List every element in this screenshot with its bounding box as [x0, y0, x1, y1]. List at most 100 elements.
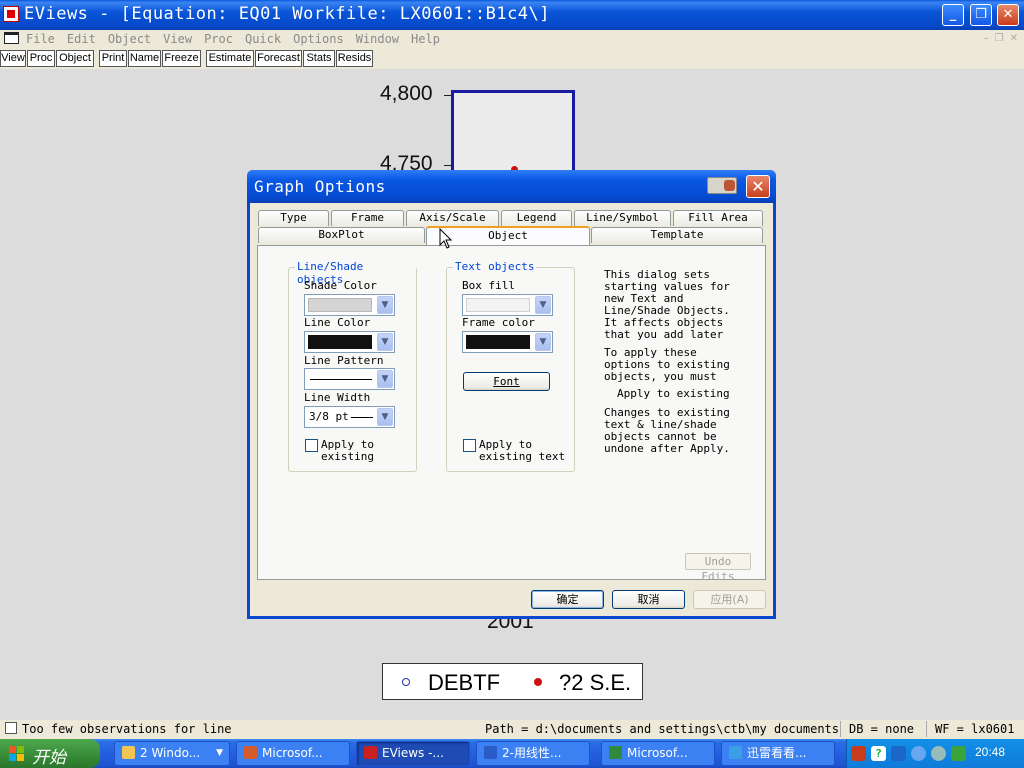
menu-quick[interactable]: Quick	[245, 32, 281, 46]
powerpoint-icon	[244, 746, 257, 759]
taskbar-item-label: 2 Windo...	[140, 746, 201, 760]
tab-line-symbol[interactable]: Line/Symbol	[574, 210, 671, 226]
tab-type[interactable]: Type	[258, 210, 329, 226]
line-color-select[interactable]: ▼	[304, 331, 395, 353]
status-checkbox[interactable]	[5, 722, 17, 734]
taskbar-item-windows-explorer[interactable]: 2 Windo... ▼	[114, 741, 230, 766]
status-db: DB = none	[849, 722, 915, 736]
network-icon[interactable]	[891, 746, 906, 761]
toolbar-print-button[interactable]: Print	[99, 50, 127, 67]
status-workfile: WF = lx0601	[935, 722, 1015, 736]
y-axis-tick-label: 4,800	[380, 82, 433, 105]
chevron-down-icon[interactable]: ▼	[377, 408, 393, 426]
window-title-bar[interactable]: EViews - [Equation: EQ01 Workfile: LX060…	[0, 0, 1024, 30]
line-color-label: Line Color	[304, 316, 371, 329]
undo-edits-button[interactable]: Undo Edits	[685, 553, 751, 583]
plot-area[interactable]	[451, 90, 575, 180]
apply-to-existing-text-checkbox[interactable]	[463, 439, 476, 452]
mdi-minimize-icon[interactable]: –	[984, 33, 989, 44]
clock: 20:48	[975, 745, 1006, 759]
mouse-cursor-icon	[439, 228, 453, 249]
menu-options[interactable]: Options	[293, 32, 344, 46]
tray-app-icon[interactable]	[851, 746, 866, 761]
eviews-app-icon[interactable]	[3, 6, 19, 22]
y-axis-tick	[444, 95, 451, 96]
dialog-title-bar[interactable]: Graph Options ✕	[247, 170, 776, 203]
tab-frame[interactable]: Frame	[331, 210, 404, 226]
taskbar-item-word[interactable]: 2-用线性...	[476, 741, 590, 766]
taskbar-item-label: Microsof...	[262, 746, 323, 760]
chevron-down-icon[interactable]: ▼	[535, 333, 551, 351]
toolbar-stats-button[interactable]: Stats	[303, 50, 335, 67]
windows-taskbar: 开始 2 Windo... ▼ Microsof... EViews -... …	[0, 739, 1024, 768]
line-shade-objects-group: Line/Shade objects Shade Color ▼ Line Co…	[288, 260, 417, 472]
toolbar-freeze-button[interactable]: Freeze	[162, 50, 201, 67]
tab-axis-scale[interactable]: Axis/Scale	[406, 210, 499, 226]
menu-help[interactable]: Help	[411, 32, 440, 46]
security-shield-icon[interactable]	[951, 746, 966, 761]
info-text-apply-to-existing: Apply to existing	[617, 387, 730, 400]
toolbar-estimate-button[interactable]: Estimate	[206, 50, 254, 67]
chevron-down-icon[interactable]: ▼	[377, 296, 393, 314]
taskbar-item-powerpoint[interactable]: Microsof...	[236, 741, 350, 766]
volume-icon[interactable]	[931, 746, 946, 761]
menu-view[interactable]: View	[163, 32, 192, 46]
toolbar-view-button[interactable]: View	[0, 50, 26, 67]
chevron-down-icon[interactable]: ▼	[377, 333, 393, 351]
toolbar-proc-button[interactable]: Proc	[27, 50, 55, 67]
mdi-close-icon[interactable]: ✕	[1010, 33, 1018, 44]
ok-button[interactable]: 确定	[531, 590, 604, 609]
box-fill-label: Box fill	[462, 279, 515, 292]
taskbar-item-label: EViews -...	[382, 746, 444, 760]
toolbar-name-button[interactable]: Name	[128, 50, 161, 67]
status-message: Too few observations for line	[22, 722, 232, 736]
taskbar-item-label: Microsof...	[627, 746, 688, 760]
toolbar-resids-button[interactable]: Resids	[336, 50, 373, 67]
menu-edit[interactable]: Edit	[67, 32, 96, 46]
input-method-icon[interactable]	[707, 177, 737, 194]
tab-fill-area[interactable]: Fill Area	[673, 210, 763, 226]
excel-icon	[609, 746, 622, 759]
legend-marker-hollow-circle-icon	[402, 678, 410, 686]
start-button[interactable]: 开始	[0, 739, 100, 768]
document-icon[interactable]	[4, 32, 19, 44]
tab-template[interactable]: Template	[591, 227, 763, 243]
font-button[interactable]: Font	[463, 372, 550, 391]
menu-object[interactable]: Object	[108, 32, 151, 46]
graph-legend[interactable]: DEBTF ?2 S.E.	[382, 663, 643, 700]
apply-button[interactable]: 应用(A)	[693, 590, 766, 609]
text-objects-group: Text objects Box fill ▼ Frame color ▼ Fo…	[446, 260, 575, 472]
help-icon[interactable]: ?	[871, 746, 886, 761]
taskbar-item-excel[interactable]: Microsof...	[601, 741, 715, 766]
frame-color-label: Frame color	[462, 316, 535, 329]
cancel-button[interactable]: 取消	[612, 590, 685, 609]
mdi-restore-icon[interactable]: ❐	[995, 33, 1004, 44]
box-fill-select[interactable]: ▼	[462, 294, 553, 316]
menu-file[interactable]: File	[26, 32, 55, 46]
line-pattern-select[interactable]: ▼	[304, 368, 395, 390]
dialog-close-button[interactable]: ✕	[746, 175, 770, 198]
chevron-down-icon[interactable]: ▼	[535, 296, 551, 314]
line-width-select[interactable]: 3/8 pt ▼	[304, 406, 395, 428]
menu-window[interactable]: Window	[356, 32, 399, 46]
restore-button[interactable]: ❐	[970, 4, 992, 26]
legend-marker-red-dot-icon	[534, 678, 542, 686]
toolbar-forecast-button[interactable]: Forecast	[255, 50, 302, 67]
taskbar-item-xunlei[interactable]: 迅雷看看...	[721, 741, 835, 766]
object-tab-panel: Line/Shade objects Shade Color ▼ Line Co…	[257, 245, 766, 583]
close-window-button[interactable]: ✕	[997, 4, 1019, 26]
shade-color-select[interactable]: ▼	[304, 294, 395, 316]
tab-legend[interactable]: Legend	[501, 210, 572, 226]
apply-to-existing-checkbox[interactable]	[305, 439, 318, 452]
chevron-down-icon[interactable]: ▼	[377, 370, 393, 388]
menu-proc[interactable]: Proc	[204, 32, 233, 46]
start-label: 开始	[32, 748, 66, 768]
chevron-down-icon[interactable]: ▼	[216, 742, 223, 765]
toolbar-object-button[interactable]: Object	[56, 50, 94, 67]
taskbar-item-eviews[interactable]: EViews -...	[356, 741, 470, 766]
minimize-button[interactable]: _	[942, 4, 964, 26]
tab-boxplot[interactable]: BoxPlot	[258, 227, 425, 243]
back-arrow-icon[interactable]	[911, 746, 926, 761]
menu-bar: File Edit Object View Proc Quick Options…	[0, 30, 1024, 49]
frame-color-select[interactable]: ▼	[462, 331, 553, 353]
